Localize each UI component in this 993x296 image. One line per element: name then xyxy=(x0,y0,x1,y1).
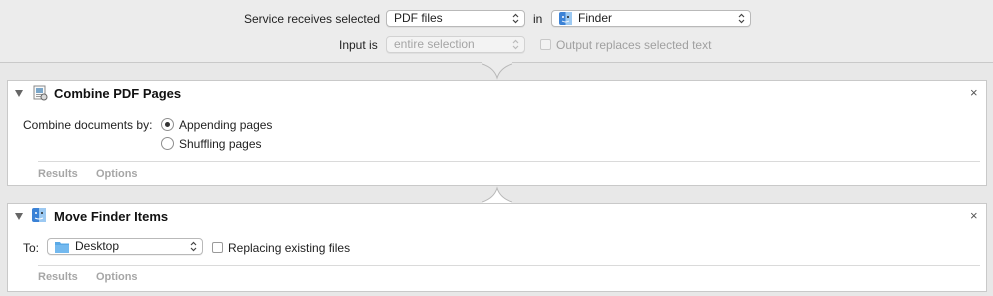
combine-documents-label: Combine documents by: xyxy=(23,118,153,132)
folder-icon xyxy=(55,242,69,253)
disclosure-triangle-icon[interactable] xyxy=(15,213,23,220)
application-value: Finder xyxy=(578,11,613,25)
destination-folder-value: Desktop xyxy=(75,239,120,253)
popup-arrows-icon xyxy=(512,39,519,50)
action-combine-pdf-pages: Combine PDF Pages × Combine documents by… xyxy=(7,80,987,186)
input-is-label: Input is xyxy=(339,38,378,52)
service-input-type-value: PDF files xyxy=(394,11,443,25)
application-popup[interactable]: Finder xyxy=(551,10,751,27)
footer-divider xyxy=(38,265,980,266)
in-label: in xyxy=(533,12,543,26)
service-input-type-popup[interactable]: PDF files xyxy=(386,10,525,27)
close-icon[interactable]: × xyxy=(970,86,978,99)
popup-arrows-icon xyxy=(738,13,745,24)
disclosure-triangle-icon[interactable] xyxy=(15,90,23,97)
radio-shuffling-pages-label: Shuffling pages xyxy=(179,137,262,151)
radio-appending-pages[interactable] xyxy=(161,118,174,131)
finder-icon xyxy=(32,208,46,222)
options-tab[interactable]: Options xyxy=(96,271,138,283)
options-tab[interactable]: Options xyxy=(96,168,138,180)
to-label: To: xyxy=(23,241,40,255)
footer-divider xyxy=(38,161,980,162)
action-connector-icon xyxy=(482,186,512,204)
action-title: Move Finder Items xyxy=(54,209,169,224)
input-is-value: entire selection xyxy=(394,37,475,51)
output-replaces-label: Output replaces selected text xyxy=(556,38,712,52)
workflow-header: Service receives selected PDF files in F… xyxy=(0,0,993,63)
radio-appending-pages-label: Appending pages xyxy=(179,118,273,132)
output-replaces-checkbox[interactable] xyxy=(540,39,551,50)
destination-folder-popup[interactable]: Desktop xyxy=(47,238,203,255)
close-icon[interactable]: × xyxy=(970,209,978,222)
popup-arrows-icon xyxy=(512,13,519,24)
service-receives-label: Service receives selected xyxy=(244,12,381,26)
popup-arrows-icon xyxy=(190,241,197,252)
action-connector-icon xyxy=(482,62,512,80)
action-move-finder-items: Move Finder Items × To: Desktop Replacin… xyxy=(7,203,987,292)
input-is-popup[interactable]: entire selection xyxy=(386,36,525,53)
replacing-existing-files-checkbox[interactable] xyxy=(212,242,223,253)
replacing-existing-files-label: Replacing existing files xyxy=(228,241,351,255)
action-title: Combine PDF Pages xyxy=(54,86,182,101)
results-tab[interactable]: Results xyxy=(38,168,78,180)
radio-shuffling-pages[interactable] xyxy=(161,137,174,150)
preview-app-icon xyxy=(33,85,48,101)
results-tab[interactable]: Results xyxy=(38,271,78,283)
finder-icon xyxy=(559,12,572,25)
